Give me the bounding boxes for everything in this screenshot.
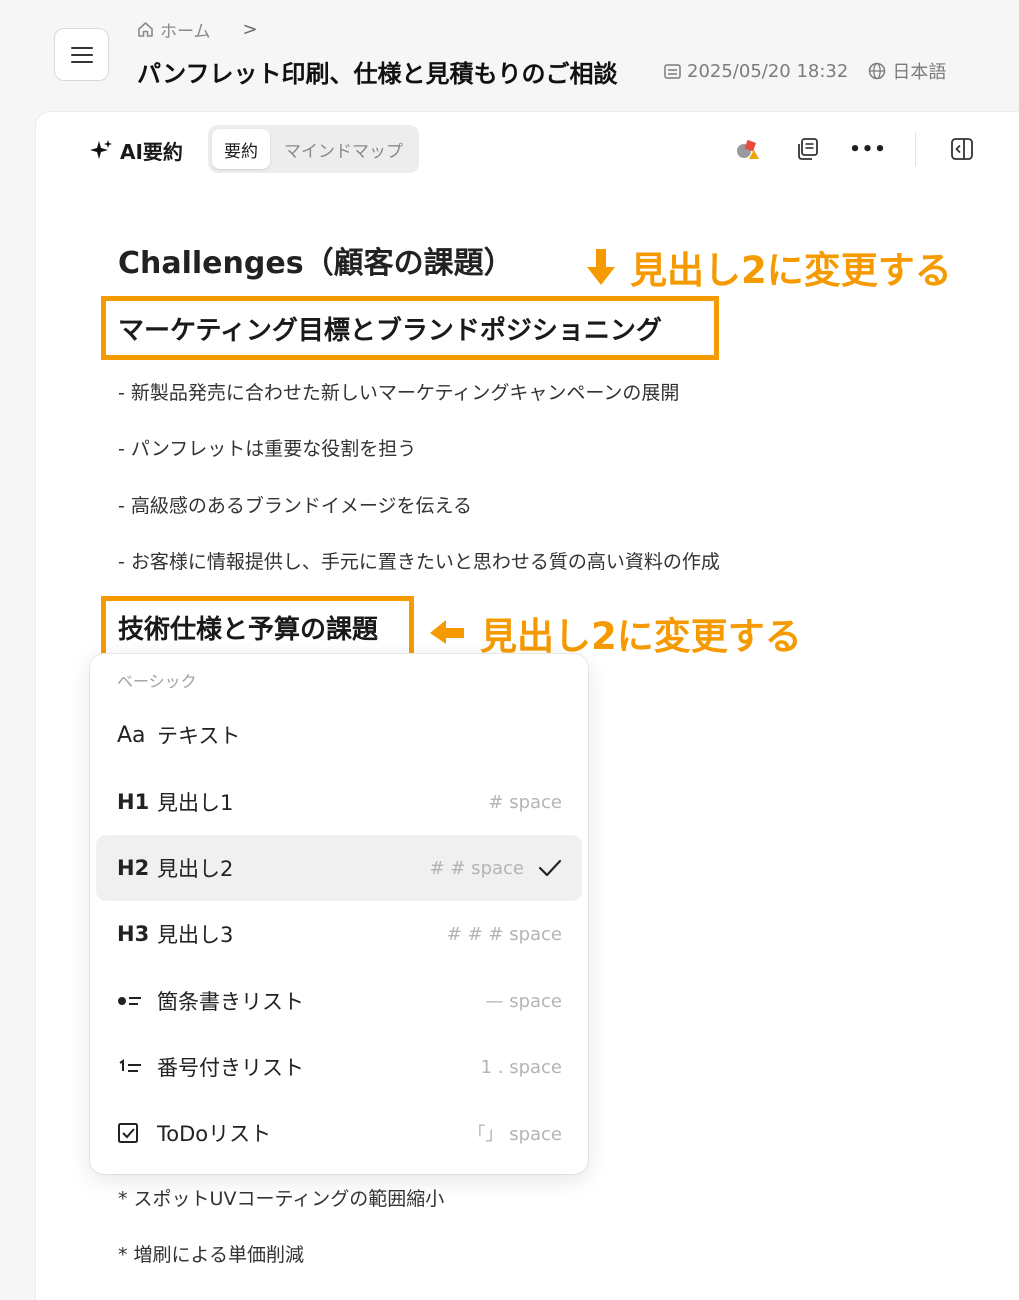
bullet-list-icon (117, 987, 145, 1015)
menu-item-text[interactable]: Aa テキスト (96, 702, 582, 768)
block-type-menu: ベーシック Aa テキスト H1 見出し1 # space H2 見出し2 # … (90, 654, 588, 1174)
numbered-list-icon (117, 1053, 145, 1081)
calendar-icon (664, 63, 681, 79)
list-item: - パンフレットは重要な役割を担う (118, 438, 417, 460)
summary-panel: AI要約 要約 マインドマップ ••• Challenges（顧客の課題） 見出… (36, 112, 1019, 1300)
hamburger-icon (70, 46, 93, 63)
chevron-right-icon: > (242, 18, 258, 40)
shortcut-hint: 「」 space (467, 1124, 562, 1145)
menu-item-label: テキスト (157, 724, 241, 748)
section-title: Challenges（顧客の課題） (118, 246, 514, 281)
menu-item-label: 見出し3 (157, 923, 234, 947)
heading-marketing[interactable]: マーケティング目標とブランドポジショニング (101, 296, 719, 360)
check-icon (538, 859, 562, 877)
list-item: * スポットUVコーティングの範囲縮小 (118, 1188, 445, 1210)
menu-item-numbered-list[interactable]: 番号付きリスト 1 . space (96, 1034, 582, 1100)
menu-item-bullet-list[interactable]: 箇条書きリスト — space (96, 968, 582, 1034)
app-window: ホーム > パンフレット印刷、仕様と見積もりのご相談 2025/05/20 18… (0, 0, 1019, 1300)
menu-item-label: 見出し2 (157, 857, 234, 881)
language-text: 日本語 (892, 62, 947, 83)
page-title: パンフレット印刷、仕様と見積もりのご相談 (137, 60, 618, 88)
annotation-callout-1: 見出し2に変更する (586, 240, 952, 294)
shortcut-hint: 1 . space (480, 1056, 562, 1078)
language-selector[interactable]: 日本語 (868, 58, 946, 84)
datetime: 2025/05/20 18:32 (664, 61, 848, 82)
home-icon (138, 21, 153, 37)
heading-2-icon: H2 (117, 856, 150, 880)
menu-item-label: 見出し1 (157, 791, 234, 815)
menu-item-heading-3[interactable]: H3 見出し3 # # # space (96, 901, 582, 967)
heading-1-icon: H1 (117, 790, 150, 814)
annotation-callout-2: 見出し2に変更する (428, 606, 802, 660)
checkbox-icon (117, 1119, 145, 1147)
menu-button[interactable] (54, 28, 109, 81)
shortcut-hint-selected: # # space (430, 858, 562, 879)
shortcut-hint: # # # space (446, 923, 562, 945)
globe-icon (869, 62, 886, 80)
annotation-text-2: 見出し2に変更する (480, 615, 802, 658)
text-format-icon: Aa (117, 722, 146, 748)
shortcut-text: # # space (429, 857, 524, 879)
list-item: - 新製品発売に合わせた新しいマーケティングキャンペーンの展開 (118, 382, 680, 404)
summary-content: Challenges（顧客の課題） 見出し2に変更する マーケティング目標とブラ… (36, 112, 1019, 1300)
menu-item-heading-1[interactable]: H1 見出し1 # space (96, 769, 582, 835)
breadcrumb: ホーム > (137, 16, 258, 42)
list-item: - 高級感のあるブランドイメージを伝える (118, 495, 472, 517)
datetime-text: 2025/05/20 18:32 (687, 60, 849, 82)
heading-tech-spec[interactable]: 技術仕様と予算の課題 (101, 596, 414, 658)
menu-item-label: 箇条書きリスト (157, 990, 304, 1014)
menu-item-label: ToDoリスト (157, 1122, 272, 1146)
menu-section-label: ベーシック (117, 672, 197, 691)
breadcrumb-home[interactable]: ホーム (160, 17, 211, 42)
list-item: - お客様に情報提供し、手元に置きたいと思わせる質の高い資料の作成 (118, 551, 720, 573)
shortcut-hint: — space (485, 990, 562, 1012)
menu-item-label: 番号付きリスト (157, 1056, 304, 1080)
menu-item-heading-2[interactable]: H2 見出し2 # # space (96, 835, 582, 901)
document-meta: 2025/05/20 18:32 日本語 (664, 58, 946, 84)
shortcut-hint: # space (488, 791, 562, 813)
heading-3-icon: H3 (117, 922, 150, 946)
arrow-down-icon (587, 249, 615, 285)
arrow-left-icon (430, 620, 464, 644)
menu-item-todo-list[interactable]: ToDoリスト 「」 space (96, 1100, 582, 1166)
list-item: * 増刷による単価削減 (118, 1244, 304, 1266)
annotation-text-1: 見出し2に変更する (630, 249, 952, 292)
